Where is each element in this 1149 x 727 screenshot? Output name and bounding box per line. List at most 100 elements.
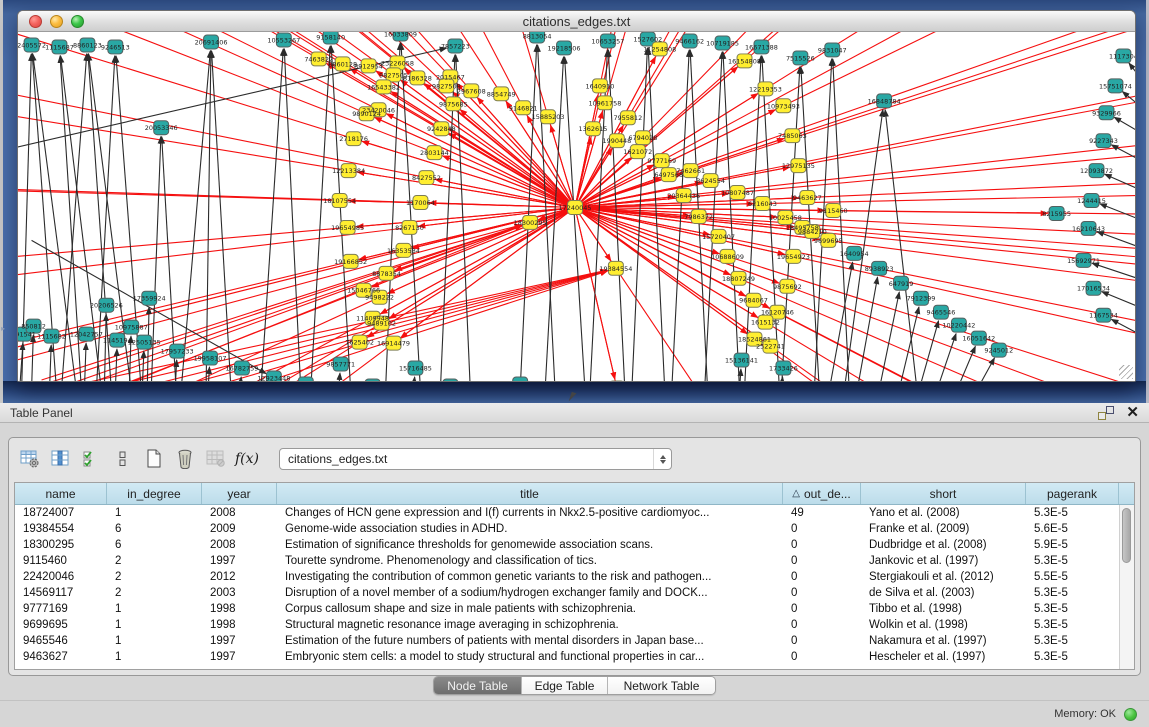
new-table-icon[interactable] — [141, 446, 167, 472]
table-row[interactable]: 911546021997Tourette syndrome. Phenomeno… — [15, 553, 1119, 569]
graph-node-label: 8427552 — [412, 174, 441, 182]
table-row[interactable]: 946554611997Estimation of the future num… — [15, 633, 1119, 649]
column-header[interactable]: year — [202, 483, 277, 504]
graph-node-label: 10653257 — [591, 37, 624, 45]
table-cell: 9463627 — [15, 651, 107, 663]
graph-node-label: 20364436 — [667, 192, 700, 200]
function-builder-icon[interactable]: f(x) — [234, 446, 260, 472]
graph-node-label: 9857771 — [326, 361, 355, 369]
graph-node[interactable] — [365, 379, 380, 381]
graph-node-label: 11254808 — [643, 45, 676, 53]
graph-node-label: 20691406 — [195, 38, 228, 46]
column-header[interactable]: in_degree — [107, 483, 202, 504]
graph-node[interactable] — [443, 379, 458, 381]
table-selector-dropdown[interactable]: citations_edges.txt — [279, 448, 672, 470]
import-table-icon[interactable] — [203, 446, 229, 472]
graph-node-label: 8938923 — [865, 265, 894, 273]
traffic-lights — [29, 15, 84, 28]
graph-node-label: 9242848 — [427, 125, 456, 133]
column-header[interactable]: title — [277, 483, 783, 504]
zoom-window-button[interactable] — [71, 15, 84, 28]
graph-node-label: 9489102 — [367, 320, 396, 328]
dropdown-stepper-icon — [653, 449, 671, 469]
graph-node-label: 7912399 — [907, 295, 936, 303]
graph-node-label: 12505135 — [128, 339, 161, 347]
graph-node-label: 850812 — [21, 323, 46, 331]
network-canvas-svg[interactable]: 2405572111568788601239246513206914061055… — [18, 32, 1135, 381]
tab-node-table[interactable]: Node Table — [434, 677, 522, 694]
window-resize-grip[interactable] — [1119, 365, 1133, 379]
graph-node-label: 9699812 — [506, 380, 535, 381]
graph-node-label: 9875685 — [439, 100, 468, 108]
graph-node-label: 6794028 — [628, 134, 657, 142]
table-cell: Nakamura et al. (1997) — [861, 635, 1026, 647]
status-bar: Memory: OK — [0, 700, 1149, 727]
table-cell: 9465546 — [15, 635, 107, 647]
column-header-label: out_de... — [804, 487, 851, 501]
graph-node-label: 10975887 — [115, 324, 148, 332]
graph-node-label: 1115682 — [37, 333, 66, 341]
table-row[interactable]: 2242004622012Investigating the contribut… — [15, 569, 1119, 585]
column-header-label: title — [520, 487, 539, 501]
graph-node-label: 16848784 — [868, 97, 901, 105]
network-desktop: ▸ citations_edges.txt — [0, 0, 1149, 403]
column-visibility-icon[interactable] — [48, 446, 74, 472]
graph-node-label: 16543382 — [367, 83, 400, 91]
row-height-icon[interactable] — [110, 446, 136, 472]
float-panel-icon[interactable] — [1098, 406, 1114, 420]
graph-node-label: 3624554 — [696, 177, 725, 185]
graph-node-label: 2015467 — [436, 73, 465, 81]
close-window-button[interactable] — [29, 15, 42, 28]
graph-node-label: 2522741 — [756, 343, 785, 351]
table-row[interactable]: 1830029562008Estimation of significance … — [15, 537, 1119, 553]
column-header[interactable]: name — [15, 483, 107, 504]
delete-table-icon[interactable] — [172, 446, 198, 472]
table-cell: 2003 — [202, 587, 277, 599]
row-select-icon[interactable] — [79, 446, 105, 472]
close-panel-icon[interactable]: ✕ — [1126, 406, 1139, 420]
table-settings-icon[interactable] — [17, 446, 43, 472]
graph-node-label: 16353534 — [387, 247, 420, 255]
table-row[interactable]: 1456911722003Disruption of a novel membe… — [15, 585, 1119, 601]
table-cell: 0 — [783, 635, 861, 647]
scrollbar-thumb[interactable] — [1122, 508, 1131, 563]
table-cell: Jankovic et al. (1997) — [861, 555, 1026, 567]
graph-node-label: 7986372 — [684, 213, 713, 221]
table-body: 1872400712008Changes of HCN gene express… — [15, 505, 1119, 669]
table-row[interactable]: 946362711997Embryonic stem cells: a mode… — [15, 649, 1119, 665]
table-row[interactable]: 977716911998Corpus callosum shape and si… — [15, 601, 1119, 617]
pane-collapse-arrow-icon[interactable]: ▸ — [1, 324, 5, 333]
table-cell: 5.9E-5 — [1026, 539, 1119, 551]
tab-edge-table[interactable]: Edge Table — [522, 677, 608, 694]
table-row[interactable]: 1938455462009Genome-wide association stu… — [15, 521, 1119, 537]
graph-node-label: 8186328 — [403, 74, 432, 82]
network-canvas[interactable]: 2405572111568788601239246513206914061055… — [18, 32, 1135, 381]
table-panel-titlebar: Table Panel ✕ — [0, 403, 1149, 423]
graph-node-label: 1615132 — [751, 319, 780, 327]
vertical-scrollbar[interactable] — [1119, 505, 1134, 669]
table-row[interactable]: 969969511998Structural magnetic resonanc… — [15, 617, 1119, 633]
column-header[interactable]: △out_de... — [783, 483, 861, 504]
tab-network-table[interactable]: Network Table — [608, 677, 715, 694]
graph-node-label: 1640910 — [586, 82, 615, 90]
table-cell: 2009 — [202, 523, 277, 535]
graph-node-label: 15751074 — [1099, 82, 1132, 90]
minimize-window-button[interactable] — [50, 15, 63, 28]
table-cell: 5.3E-5 — [1026, 635, 1119, 647]
table-cell: 2 — [107, 555, 202, 567]
graph-node-label: 15716485 — [399, 365, 432, 373]
window-titlebar[interactable]: citations_edges.txt — [18, 11, 1135, 32]
column-header[interactable]: short — [861, 483, 1026, 504]
graph-node-label: 1527602 — [633, 35, 662, 43]
table-cell: 9115460 — [15, 555, 107, 567]
column-header[interactable]: pagerank — [1026, 483, 1119, 504]
graph-node-label: 1115687 — [45, 43, 74, 51]
column-header-label: name — [45, 487, 75, 501]
graph-node-label: 18300295 — [514, 219, 547, 227]
graph-node-label: 12923448 — [257, 375, 290, 381]
memory-status-indicator[interactable] — [1124, 708, 1137, 721]
table-cell: 0 — [783, 603, 861, 615]
table-row[interactable]: 1872400712008Changes of HCN gene express… — [15, 505, 1119, 521]
table-cell: 5.6E-5 — [1026, 523, 1119, 535]
network-view-window[interactable]: citations_edges.txt 24055721115687886012… — [17, 10, 1136, 382]
